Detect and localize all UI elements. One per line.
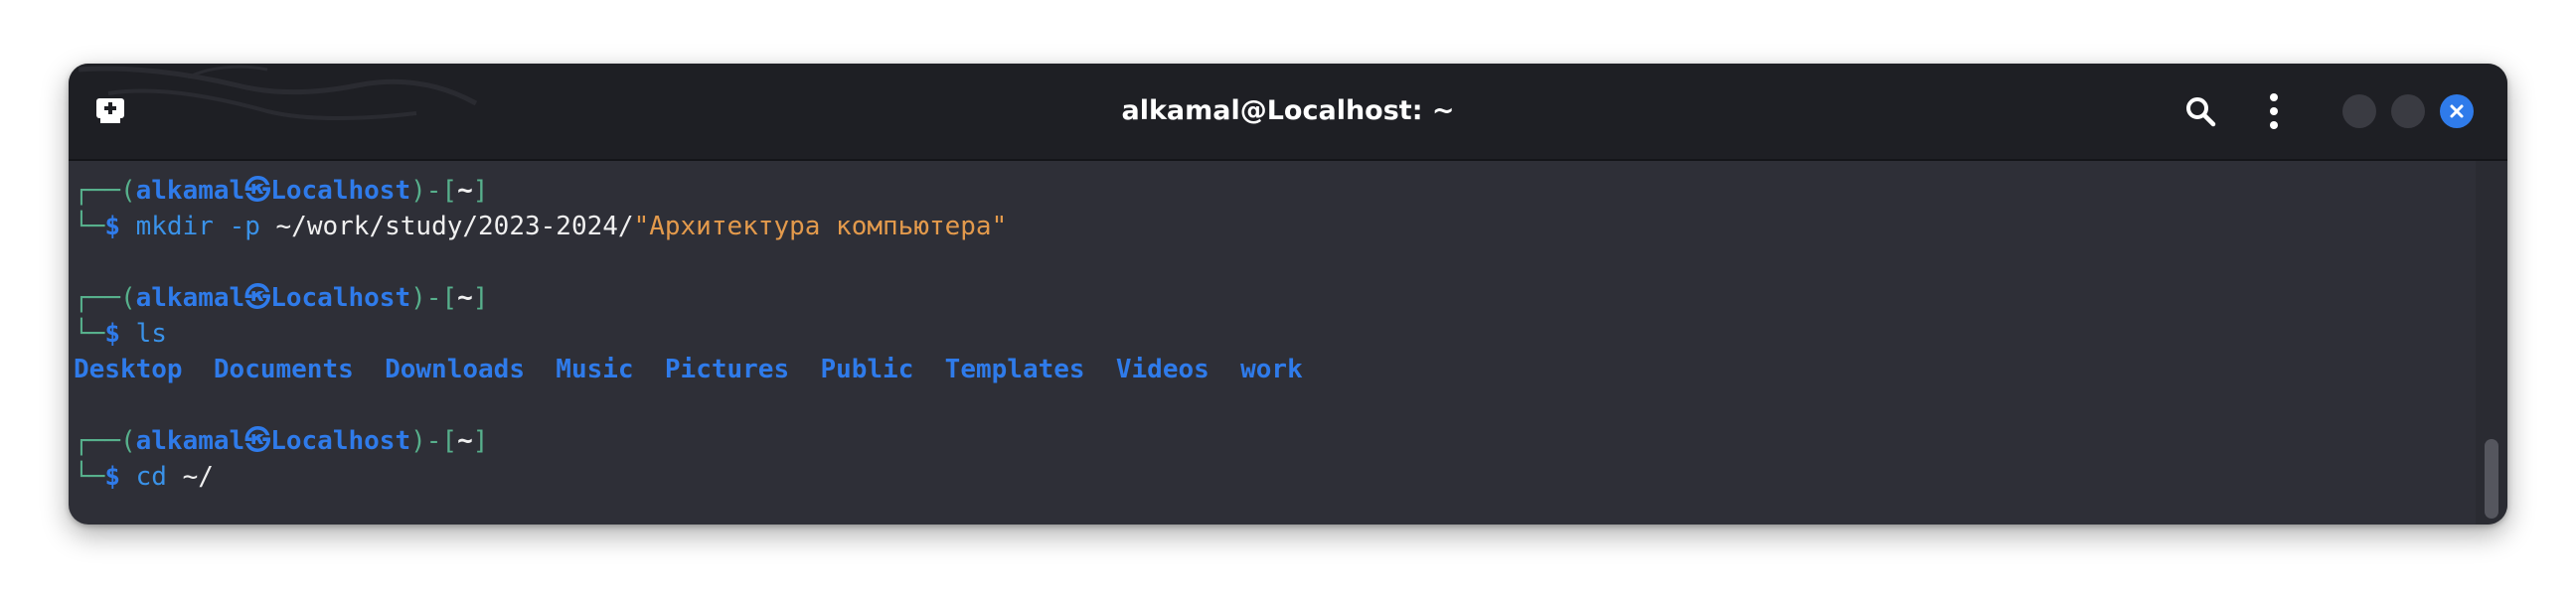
prompt-dollar: $ <box>104 462 120 492</box>
prompt-cwd: ~ <box>457 426 473 456</box>
command-line: └─$ cd ~/ <box>74 459 214 495</box>
window-title: alkamal@Localhost: ~ <box>1121 95 1455 126</box>
prompt-frame: ] <box>472 426 489 456</box>
menu-button[interactable] <box>2260 89 2288 133</box>
search-icon <box>2186 97 2216 127</box>
ls-output: Desktop Documents Downloads Music Pictur… <box>74 352 1303 387</box>
command-line: └─$ ls <box>74 316 167 352</box>
directory-entry: Downloads <box>385 355 525 384</box>
prompt-host: Localhost <box>270 283 411 313</box>
terminal-window: alkamal@Localhost: ~ ┌──(alkamal㉿Localho… <box>69 64 2507 525</box>
command-flag: -p <box>229 212 260 241</box>
prompt-line: ┌──(alkamal㉿Localhost)-[~] <box>74 423 488 459</box>
prompt-frame: ┌──( <box>74 283 136 313</box>
directory-entry: work <box>1240 355 1303 384</box>
prompt-cwd: ~ <box>457 176 473 206</box>
prompt-cwd: ~ <box>457 283 473 313</box>
prompt-user: alkamal <box>135 426 245 456</box>
prompt-frame: ] <box>472 176 489 206</box>
prompt-at-symbol: ㉿ <box>244 426 271 456</box>
scrollbar-track[interactable] <box>2476 161 2507 525</box>
prompt-line: ┌──(alkamal㉿Localhost)-[~] <box>74 280 488 316</box>
prompt-host: Localhost <box>270 176 411 206</box>
terminal-output[interactable]: ┌──(alkamal㉿Localhost)-[~] └─$ mkdir -p … <box>69 161 2474 525</box>
command-name: ls <box>135 319 167 349</box>
prompt-frame: )-[ <box>410 283 458 313</box>
prompt-at-symbol: ㉿ <box>244 176 271 206</box>
command-name: cd <box>135 462 167 492</box>
close-button[interactable] <box>2440 94 2474 128</box>
directory-entry: Documents <box>213 355 354 384</box>
prompt-dollar: $ <box>104 212 120 241</box>
prompt-line: ┌──(alkamal㉿Localhost)-[~] <box>74 173 488 209</box>
prompt-frame: ┌──( <box>74 176 136 206</box>
prompt-frame: ] <box>472 283 489 313</box>
prompt-frame: )-[ <box>410 176 458 206</box>
command-name: mkdir <box>135 212 214 241</box>
directory-entry: Desktop <box>74 355 183 384</box>
directory-entry: Music <box>556 355 634 384</box>
prompt-dollar: $ <box>104 319 120 349</box>
search-button[interactable] <box>2178 89 2222 133</box>
maximize-button[interactable] <box>2391 94 2425 128</box>
prompt-frame: └─ <box>74 319 105 349</box>
command-string-arg: "Архитектура компьютера" <box>633 212 1008 241</box>
prompt-user: alkamal <box>135 176 245 206</box>
minimize-button[interactable] <box>2342 94 2376 128</box>
prompt-frame: ┌──( <box>74 426 136 456</box>
prompt-user: alkamal <box>135 283 245 313</box>
prompt-frame: )-[ <box>410 426 458 456</box>
command-line: └─$ mkdir -p ~/work/study/2023-2024/"Арх… <box>74 209 1007 244</box>
directory-entry: Templates <box>944 355 1085 384</box>
prompt-host: Localhost <box>270 426 411 456</box>
prompt-at-symbol: ㉿ <box>244 283 271 313</box>
directory-entry: Pictures <box>664 355 790 384</box>
close-icon <box>2450 104 2464 118</box>
prompt-frame: └─ <box>74 212 105 241</box>
scrollbar-thumb[interactable] <box>2485 439 2498 519</box>
prompt-frame: └─ <box>74 462 105 492</box>
directory-entry: Public <box>820 355 914 384</box>
kebab-menu-icon <box>2270 93 2278 129</box>
command-path: ~/work/study/2023-2024/ <box>275 212 634 241</box>
directory-entry: Videos <box>1115 355 1209 384</box>
command-path: ~/ <box>182 462 214 492</box>
title-bar[interactable]: alkamal@Localhost: ~ <box>69 64 2507 161</box>
